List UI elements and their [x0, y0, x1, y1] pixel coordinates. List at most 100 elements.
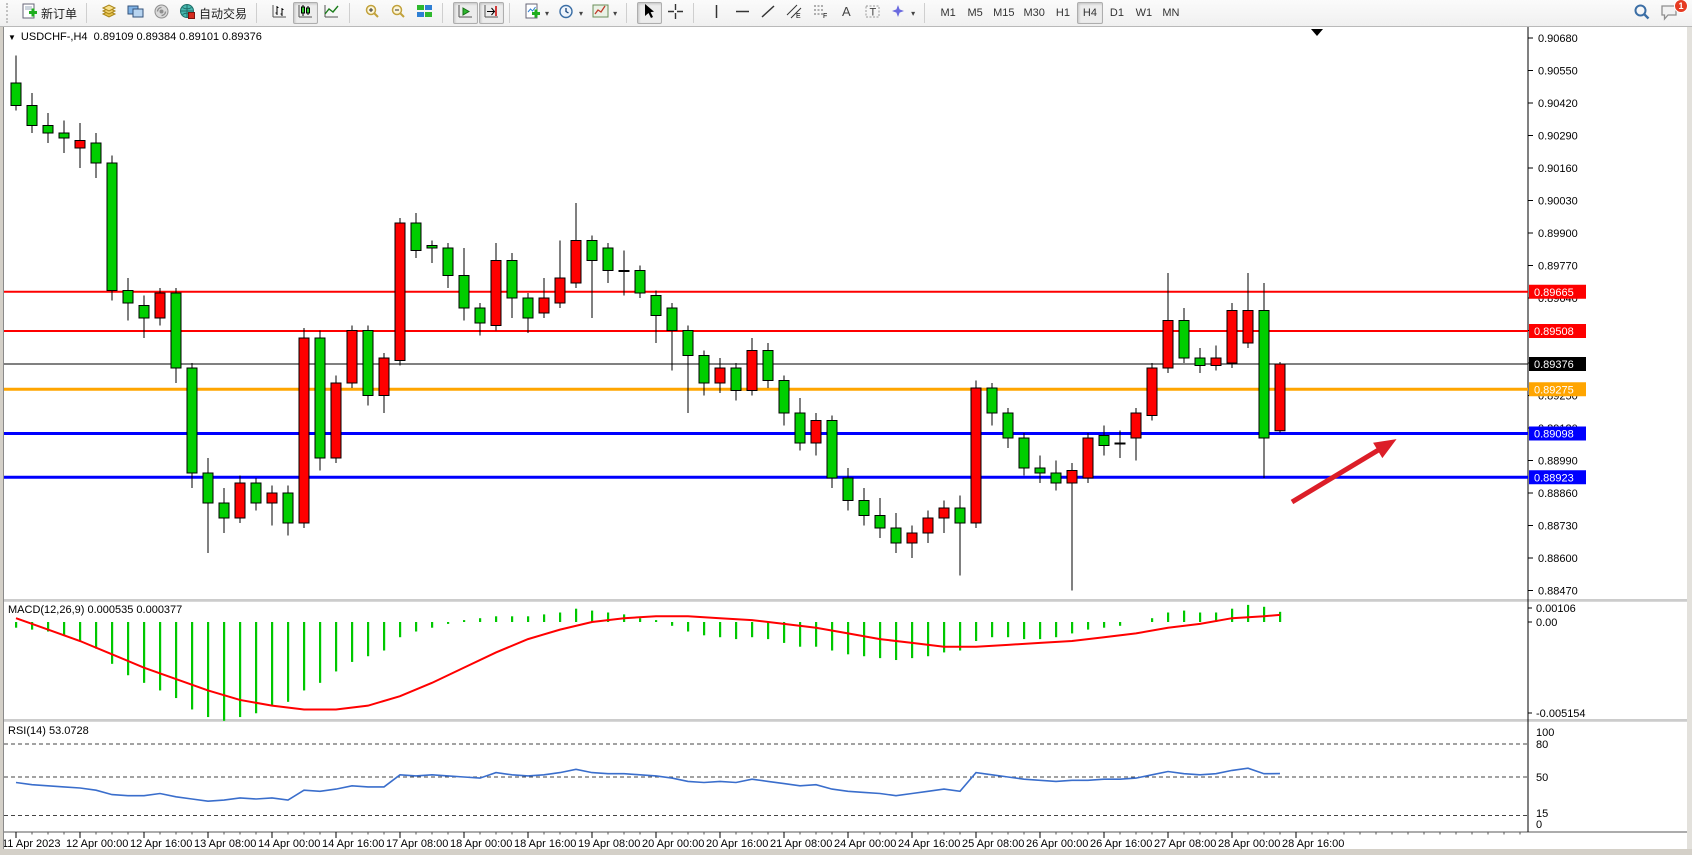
cursor-tool-button[interactable] — [637, 2, 662, 24]
svg-text:0.88860: 0.88860 — [1538, 488, 1578, 500]
horizontal-line-icon — [734, 3, 751, 23]
macd-histogram-bar — [239, 622, 241, 717]
candle-body — [219, 503, 229, 518]
new-order-button[interactable]: 新订单 — [17, 2, 81, 24]
timeframe-m5-button[interactable]: M5 — [962, 2, 988, 24]
macd-histogram-bar — [95, 622, 97, 649]
macd-histogram-bar — [191, 622, 193, 709]
candle-body — [427, 246, 437, 249]
terminal-button[interactable] — [149, 2, 174, 24]
timeframe-m1-button[interactable]: M1 — [935, 2, 961, 24]
svg-text:0.88600: 0.88600 — [1538, 553, 1578, 565]
macd-histogram-bar — [335, 622, 337, 671]
trendline-tool-button[interactable] — [756, 2, 781, 24]
chart-shift-button[interactable] — [479, 2, 504, 24]
line-chart-type-button[interactable] — [319, 2, 344, 24]
templates-button[interactable]: ▾ — [588, 2, 621, 24]
macd-histogram-bar — [1279, 612, 1281, 622]
auto-scroll-button[interactable] — [453, 2, 478, 24]
chart-canvas[interactable]: 0.906800.905500.904200.902900.901600.900… — [0, 0, 1692, 855]
zoom-in-button[interactable] — [360, 2, 385, 24]
svg-text:0.89900: 0.89900 — [1538, 228, 1578, 240]
macd-histogram-bar — [639, 618, 641, 622]
timeframe-m30-button[interactable]: M30 — [1020, 2, 1049, 24]
text-label-tool-button[interactable]: T — [860, 2, 885, 24]
channel-tool-button[interactable]: E — [782, 2, 807, 24]
timeframe-mn-button[interactable]: MN — [1158, 2, 1184, 24]
text-tool-button[interactable]: A — [834, 2, 859, 24]
timeframe-w1-button[interactable]: W1 — [1131, 2, 1157, 24]
navigator-button[interactable] — [123, 2, 148, 24]
crosshair-tool-button[interactable] — [663, 2, 688, 24]
svg-text:A: A — [842, 4, 851, 19]
candle-body — [699, 356, 709, 384]
timeframe-d1-button[interactable]: D1 — [1104, 2, 1130, 24]
svg-text:0.00: 0.00 — [1536, 617, 1557, 629]
macd-histogram-bar — [863, 622, 865, 656]
svg-text:0.88470: 0.88470 — [1538, 586, 1578, 598]
arrow-shapes-icon — [890, 3, 907, 23]
candle-body — [1195, 358, 1205, 366]
svg-text:0.90420: 0.90420 — [1538, 98, 1578, 110]
candle-body — [1003, 413, 1013, 438]
candle-body — [139, 306, 149, 319]
candle-body — [75, 141, 85, 149]
cursor-arrow-icon — [641, 3, 658, 23]
window-bottom-edge[interactable] — [0, 849, 1692, 855]
auto-trading-button[interactable]: 自动交易 — [175, 2, 251, 24]
macd-histogram-bar — [1151, 618, 1153, 622]
vertical-line-tool-button[interactable] — [704, 2, 729, 24]
candle-body — [587, 241, 597, 261]
candle-body — [251, 483, 261, 503]
horizontal-line-tool-button[interactable] — [730, 2, 755, 24]
separator — [924, 3, 931, 23]
macd-histogram-bar — [431, 622, 433, 628]
candle-chart-type-button[interactable] — [293, 2, 318, 24]
macd-histogram-bar — [975, 622, 977, 641]
candle-body — [683, 331, 693, 356]
notification-badge: 1 — [1674, 0, 1688, 13]
window-right-edge[interactable] — [1687, 26, 1692, 855]
candle-body — [1083, 438, 1093, 478]
periods-button[interactable]: ▾ — [554, 2, 587, 24]
fibonacci-tool-button[interactable]: F — [808, 2, 833, 24]
candle-body — [331, 383, 341, 458]
macd-histogram-bar — [1199, 612, 1201, 622]
tile-windows-icon — [416, 3, 433, 23]
macd-histogram-bar — [319, 622, 321, 683]
separator — [509, 3, 516, 23]
candle-body — [1147, 368, 1157, 416]
macd-histogram-bar — [815, 622, 817, 647]
timeframe-h4-button[interactable]: H4 — [1077, 2, 1103, 24]
separator — [693, 3, 700, 23]
tile-windows-button[interactable] — [412, 2, 437, 24]
macd-histogram-bar — [79, 622, 81, 641]
macd-histogram-bar — [255, 622, 257, 713]
arrows-tool-button[interactable]: ▾ — [886, 2, 919, 24]
svg-text:80: 80 — [1536, 739, 1548, 751]
window-left-edge-line — [3, 26, 4, 855]
bar-chart-type-button[interactable] — [267, 2, 292, 24]
market-watch-button[interactable] — [97, 2, 122, 24]
svg-text:0.88730: 0.88730 — [1538, 521, 1578, 533]
separator — [256, 3, 263, 23]
timeframe-h1-button[interactable]: H1 — [1050, 2, 1076, 24]
toolbar-grip[interactable] — [6, 3, 13, 23]
svg-text:0.88923: 0.88923 — [1534, 472, 1574, 484]
notifications-button[interactable]: 1 — [1656, 2, 1683, 24]
candle-body — [235, 483, 245, 518]
search-button[interactable] — [1629, 2, 1655, 24]
collapse-triangle-icon[interactable]: ▼ — [8, 33, 16, 42]
macd-histogram-bar — [943, 622, 945, 652]
timeframe-m15-button[interactable]: M15 — [989, 2, 1018, 24]
new-order-label: 新订单 — [41, 5, 77, 22]
indicators-button[interactable]: ▾ — [520, 2, 553, 24]
macd-histogram-bar — [383, 622, 385, 651]
indicators-icon — [524, 3, 541, 23]
macd-histogram-bar — [175, 622, 177, 698]
macd-histogram-bar — [751, 622, 753, 637]
macd-histogram-bar — [1119, 622, 1121, 626]
zoom-out-button[interactable] — [386, 2, 411, 24]
svg-text:0.89665: 0.89665 — [1534, 287, 1574, 299]
svg-text:0.90160: 0.90160 — [1538, 163, 1578, 175]
